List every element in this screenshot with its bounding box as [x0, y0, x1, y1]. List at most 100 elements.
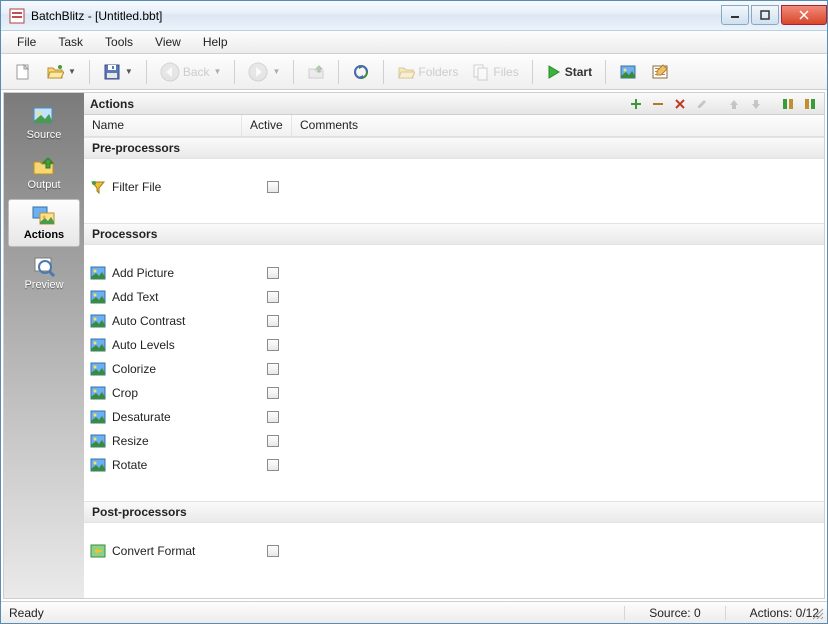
forward-button[interactable]: ▼: [243, 59, 285, 85]
picture-icon: [90, 313, 106, 329]
active-checkbox[interactable]: [267, 387, 279, 399]
maximize-button[interactable]: [751, 5, 779, 25]
title-bar: BatchBlitz - [Untitled.bbt]: [1, 1, 827, 31]
dropdown-arrow-icon: ▼: [214, 67, 222, 76]
list-item[interactable]: Filter File: [84, 175, 824, 199]
list-item[interactable]: Resize: [84, 429, 824, 453]
column-header: Name Active Comments: [84, 115, 824, 137]
status-actions: Actions: 0/12: [725, 606, 819, 620]
preview-icon: [31, 255, 57, 277]
save-button[interactable]: ▼: [98, 59, 138, 85]
sidebar-item-source[interactable]: Source: [8, 99, 80, 147]
picture-icon: [90, 385, 106, 401]
active-checkbox[interactable]: [267, 291, 279, 303]
menu-view[interactable]: View: [145, 32, 191, 52]
move-up-button[interactable]: [726, 96, 742, 112]
list-item[interactable]: Crop: [84, 381, 824, 405]
picture-icon: [90, 433, 106, 449]
dropdown-arrow-icon: ▼: [125, 67, 133, 76]
edit-view-button[interactable]: [646, 59, 674, 85]
files-button[interactable]: Files: [467, 59, 523, 85]
source-icon: [31, 105, 57, 127]
action-name: Rotate: [112, 458, 248, 472]
main-panel: Actions Name Active Comments: [84, 93, 824, 598]
resize-grip[interactable]: [811, 607, 825, 621]
files-label: Files: [493, 65, 518, 79]
list-item[interactable]: Rotate: [84, 453, 824, 477]
active-checkbox[interactable]: [267, 363, 279, 375]
column-name[interactable]: Name: [84, 115, 242, 136]
up-button[interactable]: [302, 59, 330, 85]
close-button[interactable]: [781, 5, 827, 25]
content-area: Source Output Actions Preview: [3, 92, 825, 599]
picture-icon: [90, 457, 106, 473]
list-item[interactable]: Convert Format: [84, 539, 824, 563]
sidebar: Source Output Actions Preview: [4, 93, 84, 598]
menu-help[interactable]: Help: [193, 32, 238, 52]
minimize-button[interactable]: [721, 5, 749, 25]
refresh-button[interactable]: [347, 59, 375, 85]
filter-icon: [90, 179, 106, 195]
actions-list: Pre-processors Filter File Processors Ad…: [84, 137, 824, 598]
open-button[interactable]: ▼: [41, 59, 81, 85]
edit-action-button[interactable]: [694, 96, 710, 112]
picture-icon: [90, 289, 106, 305]
group-header[interactable]: Post-processors: [84, 501, 824, 523]
active-checkbox[interactable]: [267, 339, 279, 351]
sidebar-item-actions[interactable]: Actions: [8, 199, 80, 247]
remove-action-button[interactable]: [650, 96, 666, 112]
group-header[interactable]: Pre-processors: [84, 137, 824, 159]
list-item[interactable]: Auto Contrast: [84, 309, 824, 333]
actions-icon: [31, 205, 57, 227]
group-header[interactable]: Processors: [84, 223, 824, 245]
convert-icon: [90, 543, 106, 559]
status-bar: Ready Source: 0 Actions: 0/12: [1, 601, 827, 623]
start-button[interactable]: Start: [541, 59, 597, 85]
column-active[interactable]: Active: [242, 115, 292, 136]
new-button[interactable]: [9, 59, 37, 85]
active-checkbox[interactable]: [267, 411, 279, 423]
image-view-button[interactable]: [614, 59, 642, 85]
toolbar: ▼ ▼ Back ▼ ▼ Folders: [1, 54, 827, 90]
action-name: Resize: [112, 434, 248, 448]
list-item[interactable]: Desaturate: [84, 405, 824, 429]
sidebar-item-label: Output: [27, 179, 60, 191]
folders-button[interactable]: Folders: [392, 59, 463, 85]
select-none-button[interactable]: [802, 96, 818, 112]
back-label: Back: [183, 65, 210, 79]
active-checkbox[interactable]: [267, 315, 279, 327]
active-checkbox[interactable]: [267, 267, 279, 279]
active-checkbox[interactable]: [267, 181, 279, 193]
add-action-button[interactable]: [628, 96, 644, 112]
list-item[interactable]: Add Text: [84, 285, 824, 309]
delete-action-button[interactable]: [672, 96, 688, 112]
picture-icon: [90, 337, 106, 353]
menu-task[interactable]: Task: [48, 32, 93, 52]
active-checkbox[interactable]: [267, 435, 279, 447]
sidebar-item-output[interactable]: Output: [8, 149, 80, 197]
picture-icon: [90, 409, 106, 425]
action-name: Auto Levels: [112, 338, 248, 352]
output-icon: [31, 155, 57, 177]
list-item[interactable]: Add Picture: [84, 261, 824, 285]
status-text: Ready: [9, 606, 44, 620]
action-name: Add Text: [112, 290, 248, 304]
move-down-button[interactable]: [748, 96, 764, 112]
menu-file[interactable]: File: [7, 32, 46, 52]
dropdown-arrow-icon: ▼: [272, 67, 280, 76]
action-name: Colorize: [112, 362, 248, 376]
active-checkbox[interactable]: [267, 459, 279, 471]
action-name: Desaturate: [112, 410, 248, 424]
menu-tools[interactable]: Tools: [95, 32, 143, 52]
sidebar-item-preview[interactable]: Preview: [8, 249, 80, 297]
list-item[interactable]: Colorize: [84, 357, 824, 381]
dropdown-arrow-icon: ▼: [68, 67, 76, 76]
list-item[interactable]: Auto Levels: [84, 333, 824, 357]
select-all-button[interactable]: [780, 96, 796, 112]
status-source: Source: 0: [624, 606, 724, 620]
back-button[interactable]: Back ▼: [155, 59, 227, 85]
sidebar-item-label: Source: [27, 129, 62, 141]
column-comments[interactable]: Comments: [292, 115, 824, 136]
active-checkbox[interactable]: [267, 545, 279, 557]
sidebar-item-label: Actions: [24, 229, 64, 241]
